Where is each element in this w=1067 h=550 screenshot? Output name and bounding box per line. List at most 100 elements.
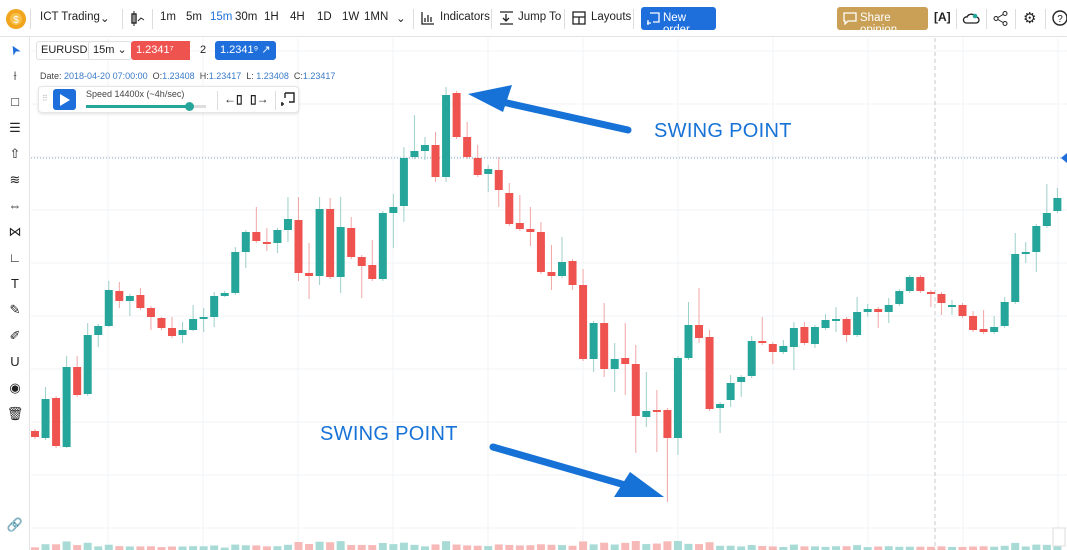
arrow-up-icon[interactable]: ⇧ [6,145,24,163]
candle-body [252,232,261,241]
buy-button[interactable]: 1.2341⁹ ↗ [215,41,276,60]
logo-icon[interactable]: $ [5,8,27,30]
candle-body [73,367,82,395]
rectangle-icon[interactable]: □ [6,93,24,111]
text-icon[interactable]: T [6,275,24,293]
measure-icon[interactable]: ⇔ [6,197,24,215]
share-opinion-button[interactable]: Share opinion [837,7,928,36]
speed-label: Speed 14400x (~4h/sec) [86,89,185,99]
volume-bar [442,541,451,550]
price-line-marker [1061,153,1067,163]
candle-body [937,294,946,303]
volume-bar [273,546,282,550]
candle-body [262,242,271,244]
new-order-button[interactable]: New order [641,7,716,36]
candle-body [916,277,925,291]
candle-body [1032,226,1041,252]
app-name[interactable]: ICT Trading [40,11,100,23]
high-label: H: [199,71,209,81]
candle-body [832,319,841,321]
candle-body [104,290,113,326]
candle-body [473,158,482,175]
swing-point-label-bottom: SWING POINT [320,423,458,445]
step-forward-icon[interactable]: ▯→ [250,92,269,106]
gear-icon[interactable]: ⚙ [1023,9,1036,27]
candle-body [463,137,472,157]
magnet-icon[interactable]: U [6,353,24,371]
candle-body [336,227,345,277]
help-icon[interactable]: ? [1052,10,1067,26]
candle-body [969,316,978,330]
volume-bar [136,546,145,550]
cloud-icon[interactable] [962,11,980,25]
play-button[interactable] [53,89,76,110]
timeframe-1MN[interactable]: 1MN [364,11,388,23]
chevron-down-icon[interactable]: ⌄ [100,11,110,25]
share-icon[interactable] [993,11,1008,26]
candle-type-icon[interactable] [130,11,146,27]
text-recognition-icon[interactable]: [A] [934,10,951,24]
pattern-icon[interactable]: ⋈ [6,223,24,241]
volume-bar [536,544,545,550]
candle-body [716,404,725,408]
brush-icon[interactable]: ✎ [6,301,24,319]
trend-line-icon[interactable]: ⟊ [6,67,24,85]
volume-bar [800,546,809,550]
swing-point-label-top: SWING POINT [654,120,792,142]
new-order-icon [647,12,660,25]
timeframe-4H[interactable]: 4H [290,11,305,23]
jump-to-button[interactable]: Jump To [518,11,561,23]
step-back-icon[interactable]: ←▯ [224,92,243,106]
volume-bar [305,544,314,550]
elliott-icon[interactable]: ∟ [6,249,24,267]
cursor-icon[interactable]: ➤ [3,38,28,63]
volume-bar [1032,544,1041,550]
candlestick-chart[interactable] [31,38,1067,550]
timeframe-1m[interactable]: 1m [160,11,176,23]
speed-slider-knob[interactable] [185,102,195,111]
timeframe-5m[interactable]: 5m [186,11,202,23]
interval-selector[interactable]: 15m ⌄ [88,41,132,60]
volume-bar [747,545,756,550]
eye-icon[interactable]: ◉ [6,379,24,397]
volume-bar [568,545,577,550]
trash-icon[interactable]: 🗑 [6,405,24,423]
candle-body [210,296,219,317]
fib-icon[interactable]: ☰ [6,119,24,137]
volume-bar [452,544,461,550]
volume-bar [336,541,345,550]
candle-body [768,344,777,352]
exit-replay-icon[interactable] [281,92,295,107]
drag-handle-icon[interactable]: ⠿ [42,94,48,103]
indicators-button[interactable]: Indicators [440,11,490,23]
speed-slider[interactable] [86,102,206,111]
timeframe-30m[interactable]: 30m [235,11,257,23]
ohlc-readout: Date: 2018-04-20 07:00:00 O:1.23408 H:1.… [40,71,335,81]
candle-body [115,291,124,301]
candle-body [526,229,535,232]
volume-bar [600,542,609,550]
channel-icon[interactable]: ≋ [6,171,24,189]
symbol-selector[interactable]: EURUSD [36,41,93,60]
sell-button[interactable]: 1.2341⁷ ↘ [131,41,190,73]
volume-bar [326,542,335,550]
volume-bar [83,542,92,550]
candle-body [747,341,756,376]
layouts-button[interactable]: Layouts [591,11,631,23]
pencil-icon[interactable]: ✐ [6,327,24,345]
timeframe-1D[interactable]: 1D [317,11,332,23]
volume-bar [832,546,841,550]
play-icon [60,94,70,106]
volume-bar [41,544,50,550]
candle-body [442,95,451,177]
volume-bar [558,545,566,550]
link-icon[interactable]: 🔗 [6,516,24,534]
chevron-down-icon[interactable]: ⌄ [396,11,406,25]
close-label: C: [293,71,303,81]
volume-bar [979,546,988,550]
candle-body [505,193,514,224]
timeframe-15m[interactable]: 15m [210,11,232,23]
volume-bar [52,544,61,550]
timeframe-1W[interactable]: 1W [342,11,359,23]
timeframe-1H[interactable]: 1H [264,11,279,23]
